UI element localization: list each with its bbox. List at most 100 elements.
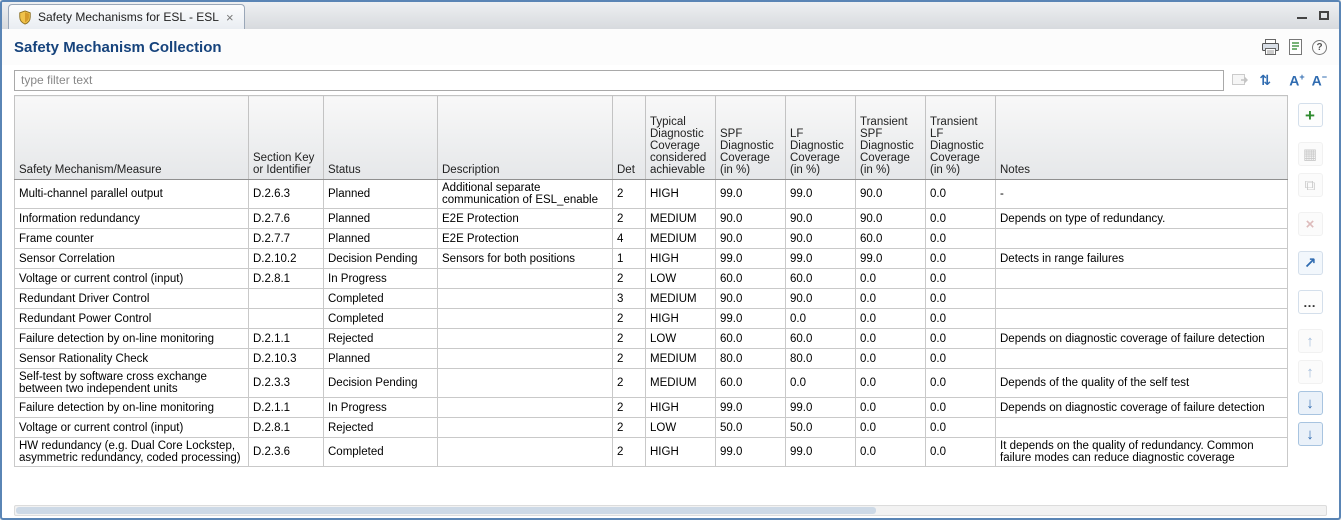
table-cell[interactable]: HIGH <box>646 180 716 209</box>
column-header[interactable]: Safety Mechanism/Measure <box>15 96 249 180</box>
table-cell[interactable]: D.2.3.3 <box>249 369 324 398</box>
table-cell[interactable] <box>438 309 613 329</box>
table-cell[interactable]: 60.0 <box>786 329 856 349</box>
table-cell[interactable]: Decision Pending <box>324 369 438 398</box>
table-cell[interactable]: It depends on the quality of redundancy.… <box>996 438 1288 467</box>
table-cell[interactable]: - <box>996 180 1288 209</box>
table-cell[interactable]: Planned <box>324 209 438 229</box>
table-cell[interactable]: 90.0 <box>716 289 786 309</box>
table-cell[interactable]: 60.0 <box>716 329 786 349</box>
table-cell[interactable]: D.2.10.2 <box>249 249 324 269</box>
table-cell[interactable]: HIGH <box>646 249 716 269</box>
table-row[interactable]: Sensor Rationality CheckD.2.10.3Planned2… <box>15 349 1288 369</box>
table-cell[interactable]: 0.0 <box>926 269 996 289</box>
table-row[interactable]: Frame counterD.2.7.7PlannedE2E Protectio… <box>15 229 1288 249</box>
table-cell[interactable]: 99.0 <box>786 438 856 467</box>
table-cell[interactable]: Self-test by software cross exchange bet… <box>15 369 249 398</box>
table-cell[interactable]: 50.0 <box>786 418 856 438</box>
table-cell[interactable]: HIGH <box>646 438 716 467</box>
table-cell[interactable]: Depends on type of redundancy. <box>996 209 1288 229</box>
table-cell[interactable]: 0.0 <box>856 309 926 329</box>
table-cell[interactable]: Additional separate communication of ESL… <box>438 180 613 209</box>
table-cell[interactable]: 0.0 <box>926 349 996 369</box>
table-cell[interactable]: 0.0 <box>856 349 926 369</box>
table-cell[interactable]: In Progress <box>324 269 438 289</box>
table-cell[interactable]: 3 <box>613 289 646 309</box>
table-cell[interactable]: MEDIUM <box>646 229 716 249</box>
table-row[interactable]: Redundant Power ControlCompleted2HIGH99.… <box>15 309 1288 329</box>
table-cell[interactable]: 0.0 <box>926 209 996 229</box>
table-cell[interactable]: 2 <box>613 369 646 398</box>
table-cell[interactable]: MEDIUM <box>646 369 716 398</box>
filter-input[interactable] <box>14 70 1224 91</box>
table-cell[interactable] <box>996 418 1288 438</box>
table-cell[interactable]: 90.0 <box>716 209 786 229</box>
table-cell[interactable]: 99.0 <box>716 249 786 269</box>
table-cell[interactable]: 1 <box>613 249 646 269</box>
table-cell[interactable]: Voltage or current control (input) <box>15 418 249 438</box>
column-header[interactable]: Transient SPF Diagnostic Coverage (in %) <box>856 96 926 180</box>
table-cell[interactable]: 0.0 <box>856 398 926 418</box>
table-cell[interactable]: Completed <box>324 438 438 467</box>
table-cell[interactable]: 80.0 <box>786 349 856 369</box>
table-cell[interactable]: 2 <box>613 418 646 438</box>
table-cell[interactable] <box>249 309 324 329</box>
minimize-icon[interactable] <box>1297 11 1307 19</box>
table-cell[interactable]: Failure detection by on-line monitoring <box>15 329 249 349</box>
table-cell[interactable]: D.2.8.1 <box>249 418 324 438</box>
table-cell[interactable]: 2 <box>613 269 646 289</box>
table-cell[interactable]: 90.0 <box>716 229 786 249</box>
table-cell[interactable]: HIGH <box>646 398 716 418</box>
table-cell[interactable]: 0.0 <box>926 438 996 467</box>
table-cell[interactable] <box>996 309 1288 329</box>
table-cell[interactable]: 2 <box>613 209 646 229</box>
table-cell[interactable]: Frame counter <box>15 229 249 249</box>
table-cell[interactable]: 99.0 <box>716 398 786 418</box>
table-cell[interactable]: 0.0 <box>786 309 856 329</box>
table-cell[interactable]: Depends of the quality of the self test <box>996 369 1288 398</box>
filter-mode-icon[interactable] <box>1231 74 1249 87</box>
table-cell[interactable] <box>438 329 613 349</box>
table-cell[interactable]: D.2.7.7 <box>249 229 324 249</box>
report-icon[interactable] <box>1289 39 1302 55</box>
table-row[interactable]: Multi-channel parallel outputD.2.6.3Plan… <box>15 180 1288 209</box>
column-header[interactable]: Section Key or Identifier <box>249 96 324 180</box>
table-row[interactable]: Voltage or current control (input)D.2.8.… <box>15 269 1288 289</box>
table-cell[interactable]: Depends on diagnostic coverage of failur… <box>996 398 1288 418</box>
table-row[interactable]: Failure detection by on-line monitoringD… <box>15 398 1288 418</box>
table-cell[interactable]: 2 <box>613 349 646 369</box>
table-cell[interactable]: Detects in range failures <box>996 249 1288 269</box>
table-cell[interactable]: Redundant Power Control <box>15 309 249 329</box>
table-cell[interactable]: 0.0 <box>926 398 996 418</box>
table-cell[interactable]: 90.0 <box>786 229 856 249</box>
table-cell[interactable]: 60.0 <box>786 269 856 289</box>
table-cell[interactable]: 99.0 <box>786 398 856 418</box>
print-icon[interactable] <box>1262 39 1279 55</box>
table-cell[interactable]: Decision Pending <box>324 249 438 269</box>
copy-button[interactable]: ⧉ <box>1298 173 1323 197</box>
table-cell[interactable]: 0.0 <box>856 269 926 289</box>
table-cell[interactable]: Planned <box>324 349 438 369</box>
column-header[interactable]: SPF Diagnostic Coverage (in %) <box>716 96 786 180</box>
table-cell[interactable]: E2E Protection <box>438 229 613 249</box>
table-cell[interactable]: HIGH <box>646 309 716 329</box>
table-cell[interactable]: Voltage or current control (input) <box>15 269 249 289</box>
table-cell[interactable]: 0.0 <box>926 249 996 269</box>
maximize-icon[interactable] <box>1319 11 1329 20</box>
sort-icon[interactable]: ⇅ <box>1256 72 1274 89</box>
table-cell[interactable]: Completed <box>324 289 438 309</box>
table-cell[interactable]: Information redundancy <box>15 209 249 229</box>
table-cell[interactable]: 0.0 <box>926 229 996 249</box>
table-cell[interactable] <box>438 418 613 438</box>
table-cell[interactable]: MEDIUM <box>646 209 716 229</box>
table-cell[interactable]: 0.0 <box>856 329 926 349</box>
add-multiple-button[interactable]: ▦ <box>1298 142 1323 166</box>
table-cell[interactable]: 99.0 <box>716 180 786 209</box>
table-cell[interactable]: 0.0 <box>856 369 926 398</box>
table-row[interactable]: Sensor CorrelationD.2.10.2Decision Pendi… <box>15 249 1288 269</box>
table-cell[interactable]: 0.0 <box>926 289 996 309</box>
column-header[interactable]: LF Diagnostic Coverage (in %) <box>786 96 856 180</box>
table-cell[interactable]: 99.0 <box>716 309 786 329</box>
move-up-button[interactable]: ↑ <box>1298 360 1323 384</box>
table-row[interactable]: Failure detection by on-line monitoringD… <box>15 329 1288 349</box>
